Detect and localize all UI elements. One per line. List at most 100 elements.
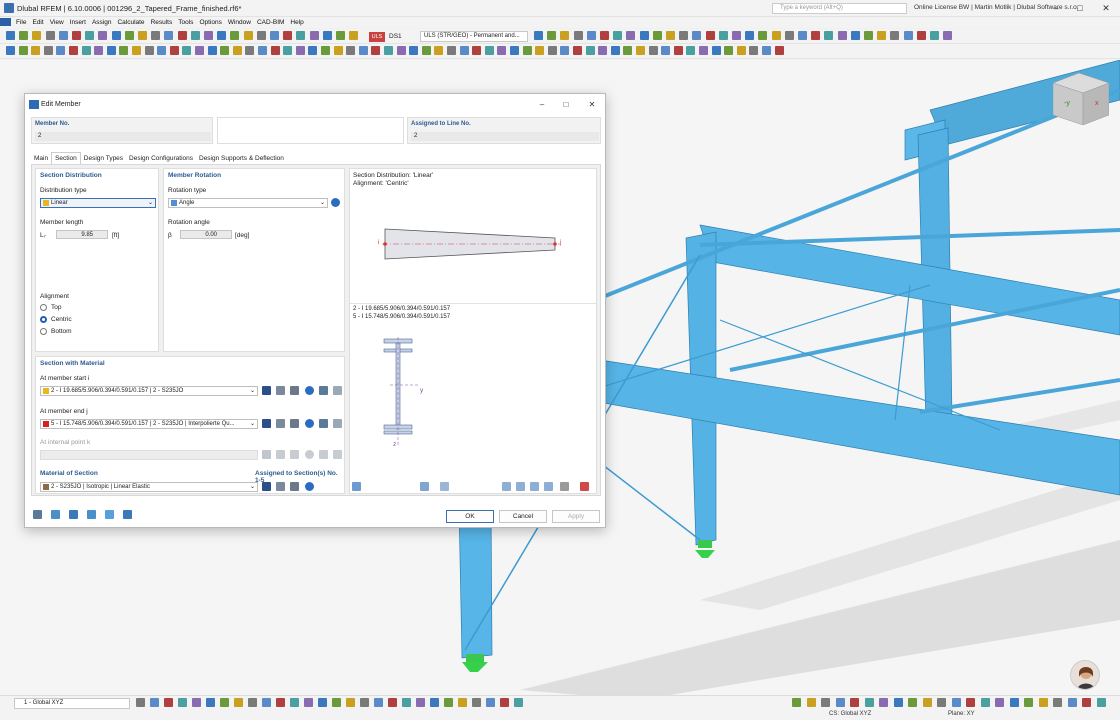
toolbar-tool-icon[interactable] (574, 31, 583, 40)
snap-toggle-icon[interactable] (865, 698, 874, 707)
toolbar-tool-icon[interactable] (712, 46, 721, 55)
toolbar-tool-icon[interactable] (334, 46, 343, 55)
snap-toggle-icon[interactable] (894, 698, 903, 707)
plane-label[interactable]: Plane: XY (948, 711, 975, 717)
toolbar-tool-icon[interactable] (692, 31, 701, 40)
member-length-input[interactable]: 9.85 (56, 230, 108, 239)
menu-results[interactable]: Results (148, 17, 176, 28)
toolbar-tool-icon[interactable] (785, 31, 794, 40)
snap-toggle-icon[interactable] (1039, 698, 1048, 707)
status-tool-icon[interactable] (136, 698, 145, 707)
toolbar-tool-icon[interactable] (749, 46, 758, 55)
status-tool-icon[interactable] (150, 698, 159, 707)
search-icon[interactable] (33, 510, 42, 519)
status-tool-icon[interactable] (178, 698, 187, 707)
toolbar-tool-icon[interactable] (125, 31, 134, 40)
end-section-select[interactable]: 5 - I 15.748/5.906/0.394/0.591/0.157 | 2… (40, 419, 258, 429)
menu-edit[interactable]: Edit (29, 17, 46, 28)
toolbar-tool-icon[interactable] (244, 31, 253, 40)
toolbar-tool-icon[interactable] (737, 46, 746, 55)
support-middle[interactable] (695, 550, 715, 558)
toolbar-tool-icon[interactable] (204, 31, 213, 40)
toolbar-tool-icon[interactable] (145, 46, 154, 55)
minimize-button[interactable]: – (1044, 2, 1068, 15)
dialog-maximize-button[interactable]: □ (555, 98, 577, 112)
toolbar-tool-icon[interactable] (864, 31, 873, 40)
menu-options[interactable]: Options (196, 17, 224, 28)
pick-icon[interactable] (333, 386, 342, 395)
status-tool-icon[interactable] (500, 698, 509, 707)
toolbar-tool-icon[interactable] (296, 31, 305, 40)
toolbar-tool-icon[interactable] (560, 46, 569, 55)
toolbar-tool-icon[interactable] (46, 31, 55, 40)
info-icon[interactable] (305, 482, 314, 491)
preview-text-icon[interactable] (516, 482, 525, 491)
preview-export-icon[interactable] (560, 482, 569, 491)
status-tool-icon[interactable] (472, 698, 481, 707)
function-icon[interactable] (105, 510, 114, 519)
toolbar-tool-icon[interactable] (613, 31, 622, 40)
assigned-line-field[interactable]: 2 (411, 132, 599, 141)
snap-toggle-icon[interactable] (850, 698, 859, 707)
snap-toggle-icon[interactable] (923, 698, 932, 707)
rotation-angle-input[interactable]: 0.00 (180, 230, 232, 239)
toolbar-tool-icon[interactable] (719, 31, 728, 40)
status-tool-icon[interactable] (458, 698, 467, 707)
toolbar-tool-icon[interactable] (930, 31, 939, 40)
menu-view[interactable]: View (47, 17, 67, 28)
snap-toggle-icon[interactable] (1024, 698, 1033, 707)
toolbar-tool-icon[interactable] (132, 46, 141, 55)
status-tool-icon[interactable] (234, 698, 243, 707)
toolbar-tool-icon[interactable] (422, 46, 431, 55)
toolbar-tool-icon[interactable] (258, 46, 267, 55)
toolbar-tool-icon[interactable] (510, 46, 519, 55)
member-no-field[interactable]: 2 (35, 132, 211, 141)
info-icon[interactable] (305, 419, 314, 428)
toolbar-tool-icon[interactable] (460, 46, 469, 55)
edit-material-icon[interactable] (290, 482, 299, 491)
toolbar-tool-icon[interactable] (56, 46, 65, 55)
edit-section-icon[interactable] (290, 450, 299, 459)
toolbar-tool-icon[interactable] (233, 46, 242, 55)
snap-toggle-icon[interactable] (879, 698, 888, 707)
library-icon[interactable] (262, 482, 271, 491)
toolbar-tool-icon[interactable] (917, 31, 926, 40)
info-icon[interactable] (305, 450, 314, 459)
menu-tools[interactable]: Tools (175, 17, 196, 28)
distribution-type-select[interactable]: Linear ⌄ (40, 198, 156, 208)
toolbar-tool-icon[interactable] (775, 46, 784, 55)
toolbar-tool-icon[interactable] (138, 31, 147, 40)
new-section-icon[interactable] (276, 419, 285, 428)
start-section-select[interactable]: 2 - I 19.685/5.906/0.394/0.591/0.157 | 2… (40, 386, 258, 396)
menu-insert[interactable]: Insert (67, 17, 89, 28)
section-browser-icon[interactable] (319, 419, 328, 428)
preview-settings-icon[interactable] (352, 482, 361, 491)
status-tool-icon[interactable] (416, 698, 425, 707)
dialog-close-button[interactable]: ✕ (581, 98, 603, 112)
preview-table-icon[interactable] (544, 482, 553, 491)
units-icon[interactable] (51, 510, 60, 519)
toolbar-tool-icon[interactable] (98, 31, 107, 40)
toolbar-tool-icon[interactable] (69, 46, 78, 55)
load-combination-select[interactable]: ULS (STR/GEO) - Permanent and... (420, 31, 528, 42)
toolbar-tool-icon[interactable] (497, 46, 506, 55)
toolbar-tool-icon[interactable] (666, 31, 675, 40)
toolbar-tool-icon[interactable] (191, 31, 200, 40)
toolbar-tool-icon[interactable] (649, 46, 658, 55)
edit-section-icon[interactable] (290, 386, 299, 395)
toolbar-tool-icon[interactable] (164, 31, 173, 40)
menu-cad-bim[interactable]: CAD-BIM (254, 17, 287, 28)
toolbar-tool-icon[interactable] (230, 31, 239, 40)
toolbar-tool-icon[interactable] (220, 46, 229, 55)
toolbar-tool-icon[interactable] (447, 46, 456, 55)
toolbar-tool-icon[interactable] (890, 31, 899, 40)
toolbar-tool-icon[interactable] (151, 31, 160, 40)
toolbar-tool-icon[interactable] (943, 31, 952, 40)
script-icon[interactable] (123, 510, 132, 519)
search-input[interactable]: Type a keyword (Alt+Q) (772, 3, 907, 14)
toolbar-tool-icon[interactable] (838, 31, 847, 40)
toolbar-tool-icon[interactable] (112, 31, 121, 40)
status-tool-icon[interactable] (514, 698, 523, 707)
toolbar-tool-icon[interactable] (560, 31, 569, 40)
toolbar-tool-icon[interactable] (182, 46, 191, 55)
